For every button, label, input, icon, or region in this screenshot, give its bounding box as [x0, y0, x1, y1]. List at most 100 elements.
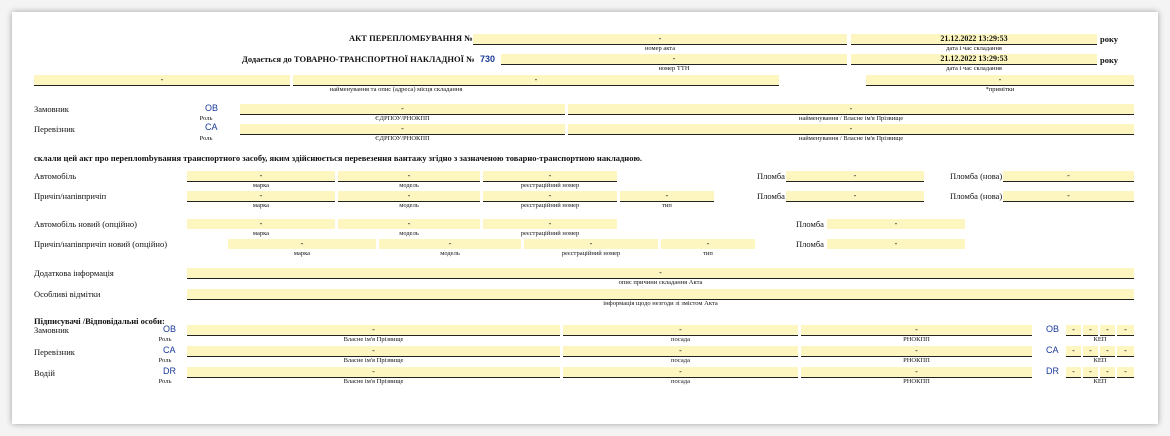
signer-label-carrier: Перевізник [34, 347, 75, 357]
newcar-brand-field[interactable]: - [187, 219, 335, 229]
signer-name-field[interactable]: - [187, 367, 560, 378]
signer-name-field[interactable]: - [187, 325, 560, 336]
signer-name-field[interactable]: - [187, 346, 560, 357]
kep-field[interactable]: - [1066, 346, 1081, 357]
caption-model: модель [440, 250, 460, 257]
newtrailer-reg-field[interactable]: - [524, 239, 658, 249]
caption-act-date: дата і час складання [946, 45, 1002, 52]
customer-edrpou-field[interactable]: - [240, 104, 565, 115]
kep-field[interactable]: - [1117, 367, 1134, 378]
caption-ttn-number: номер ТТН [658, 65, 690, 72]
signer-rnokpp-field[interactable]: - [801, 346, 1032, 357]
caption-kep: КЕП [1093, 336, 1107, 343]
special-notes-field[interactable] [187, 289, 1134, 300]
newcar-reg-field[interactable]: - [483, 219, 617, 229]
caption-model: модель [399, 230, 419, 237]
ttn-title: Додається до ТОВАРНО-ТРАНСПОРТНОЇ НАКЛАД… [242, 54, 475, 64]
caption-edrpou: ЄДРПОУ/РНОКПП [375, 135, 430, 142]
signer-label-customer: Замовник [34, 325, 69, 335]
caption-position: посада [671, 357, 690, 364]
signer-position-field[interactable]: - [563, 367, 798, 378]
kep-field[interactable]: - [1083, 325, 1098, 336]
caption-reg: реєстраційний номер [520, 182, 580, 189]
signer-position-field[interactable]: - [563, 325, 798, 336]
newcar-seal-field[interactable]: - [827, 219, 965, 229]
trailer-reg-field[interactable]: - [483, 191, 617, 202]
carrier-edrpou-field[interactable]: - [240, 124, 565, 135]
car-reg-field[interactable]: - [483, 171, 617, 182]
ttn-year-word: року [1100, 55, 1119, 65]
signer-label-driver: Водій [34, 368, 55, 378]
document-sheet: АКТ ПЕРЕПЛОМБУВАННЯ № - 21.12.2022 13:29… [12, 12, 1158, 424]
ttn-number-field[interactable]: - [501, 54, 847, 65]
car-model-field[interactable]: - [338, 171, 480, 182]
kep-field[interactable]: - [1083, 346, 1098, 357]
caption-role: Роль [199, 135, 213, 142]
year-word: року [1100, 34, 1119, 44]
trailer-type-field[interactable]: - [620, 191, 714, 202]
kep-field[interactable]: - [1100, 367, 1115, 378]
caption-kep: КЕП [1093, 378, 1107, 385]
carrier-name-field[interactable]: - [568, 124, 1134, 135]
caption-edrpou: ЄДРПОУ/РНОКПП [375, 115, 430, 122]
kep-field[interactable]: - [1083, 367, 1098, 378]
trailer-model-field[interactable]: - [338, 191, 480, 202]
caption-party-name: найменування / Власне ім'я Прізвище [798, 135, 904, 142]
caption-position: посада [671, 378, 690, 385]
kep-role-customer: OB [1046, 324, 1060, 334]
kep-field[interactable]: - [1100, 325, 1115, 336]
customer-name-field[interactable]: - [568, 104, 1134, 115]
act-number-field[interactable]: - [473, 34, 847, 45]
newtrailer-seal-label: Пломба [796, 239, 824, 249]
newtrailer-seal-field[interactable]: - [827, 239, 965, 249]
car-seal-new-label: Пломба (нова) [950, 171, 1003, 181]
caption-rnokpp: РНОКПП [903, 378, 930, 385]
act-title: АКТ ПЕРЕПЛОМБУВАННЯ № [349, 33, 473, 43]
newtrailer-type-field[interactable]: - [661, 239, 755, 249]
newcar-seal-label: Пломба [796, 219, 824, 229]
car-seal-label: Пломба [757, 171, 785, 181]
signer-role-customer: OB [163, 324, 177, 334]
trailer-seal-new-label: Пломба (нова) [950, 191, 1003, 201]
car-seal-field[interactable]: - [786, 171, 924, 182]
trailer-seal-field[interactable]: - [786, 191, 924, 202]
caption-brand: марка [252, 230, 270, 237]
caption-signer-name: Власне ім'я Прізвище [343, 357, 404, 364]
caption-reg: реєстраційний номер [520, 202, 580, 209]
kep-field[interactable]: - [1066, 325, 1081, 336]
newtrailer-brand-field[interactable]: - [228, 239, 376, 249]
car-brand-field[interactable]: - [187, 171, 335, 182]
newtrailer-model-field[interactable]: - [379, 239, 521, 249]
kep-field[interactable]: - [1117, 325, 1134, 336]
trailer-brand-field[interactable]: - [187, 191, 335, 202]
car-label: Автомобіль [34, 171, 77, 181]
ttn-datetime-field[interactable]: 21.12.2022 13:29:53 [851, 54, 1097, 65]
notes-field[interactable]: - [866, 75, 1134, 86]
customer-label: Замовник [34, 104, 69, 114]
caption-type: тип [703, 250, 713, 257]
kep-field[interactable]: - [1066, 367, 1081, 378]
newcar-model-field[interactable]: - [338, 219, 480, 229]
caption-extra-info: опис причини складання Акта [618, 279, 703, 286]
kep-role-carrier: CA [1046, 345, 1059, 355]
caption-signer-name: Власне ім'я Прізвище [343, 378, 404, 385]
car-seal-new-field[interactable]: - [1003, 171, 1134, 182]
caption-special-notes: інформація щодо незгоди зі змістом Акта [603, 300, 718, 307]
place-left-field[interactable]: - [34, 75, 290, 86]
carrier-label: Перевізник [34, 124, 75, 134]
trailer-seal-new-field[interactable]: - [1003, 191, 1134, 202]
signer-rnokpp-field[interactable]: - [801, 367, 1032, 378]
caption-reg: реєстраційний номер [561, 250, 621, 257]
signer-rnokpp-field[interactable]: - [801, 325, 1032, 336]
caption-party-name: найменування / Власне ім'я Прізвище [798, 115, 904, 122]
extra-info-field[interactable]: - [187, 268, 1134, 279]
place-field[interactable]: - [293, 75, 779, 86]
caption-notes: *примітки [985, 86, 1015, 93]
signer-position-field[interactable]: - [563, 346, 798, 357]
act-datetime-field[interactable]: 21.12.2022 13:29:53 [851, 34, 1097, 45]
caption-kep: КЕП [1093, 357, 1107, 364]
kep-role-driver: DR [1046, 366, 1059, 376]
caption-role: Роль [158, 357, 172, 364]
kep-field[interactable]: - [1117, 346, 1134, 357]
kep-field[interactable]: - [1100, 346, 1115, 357]
